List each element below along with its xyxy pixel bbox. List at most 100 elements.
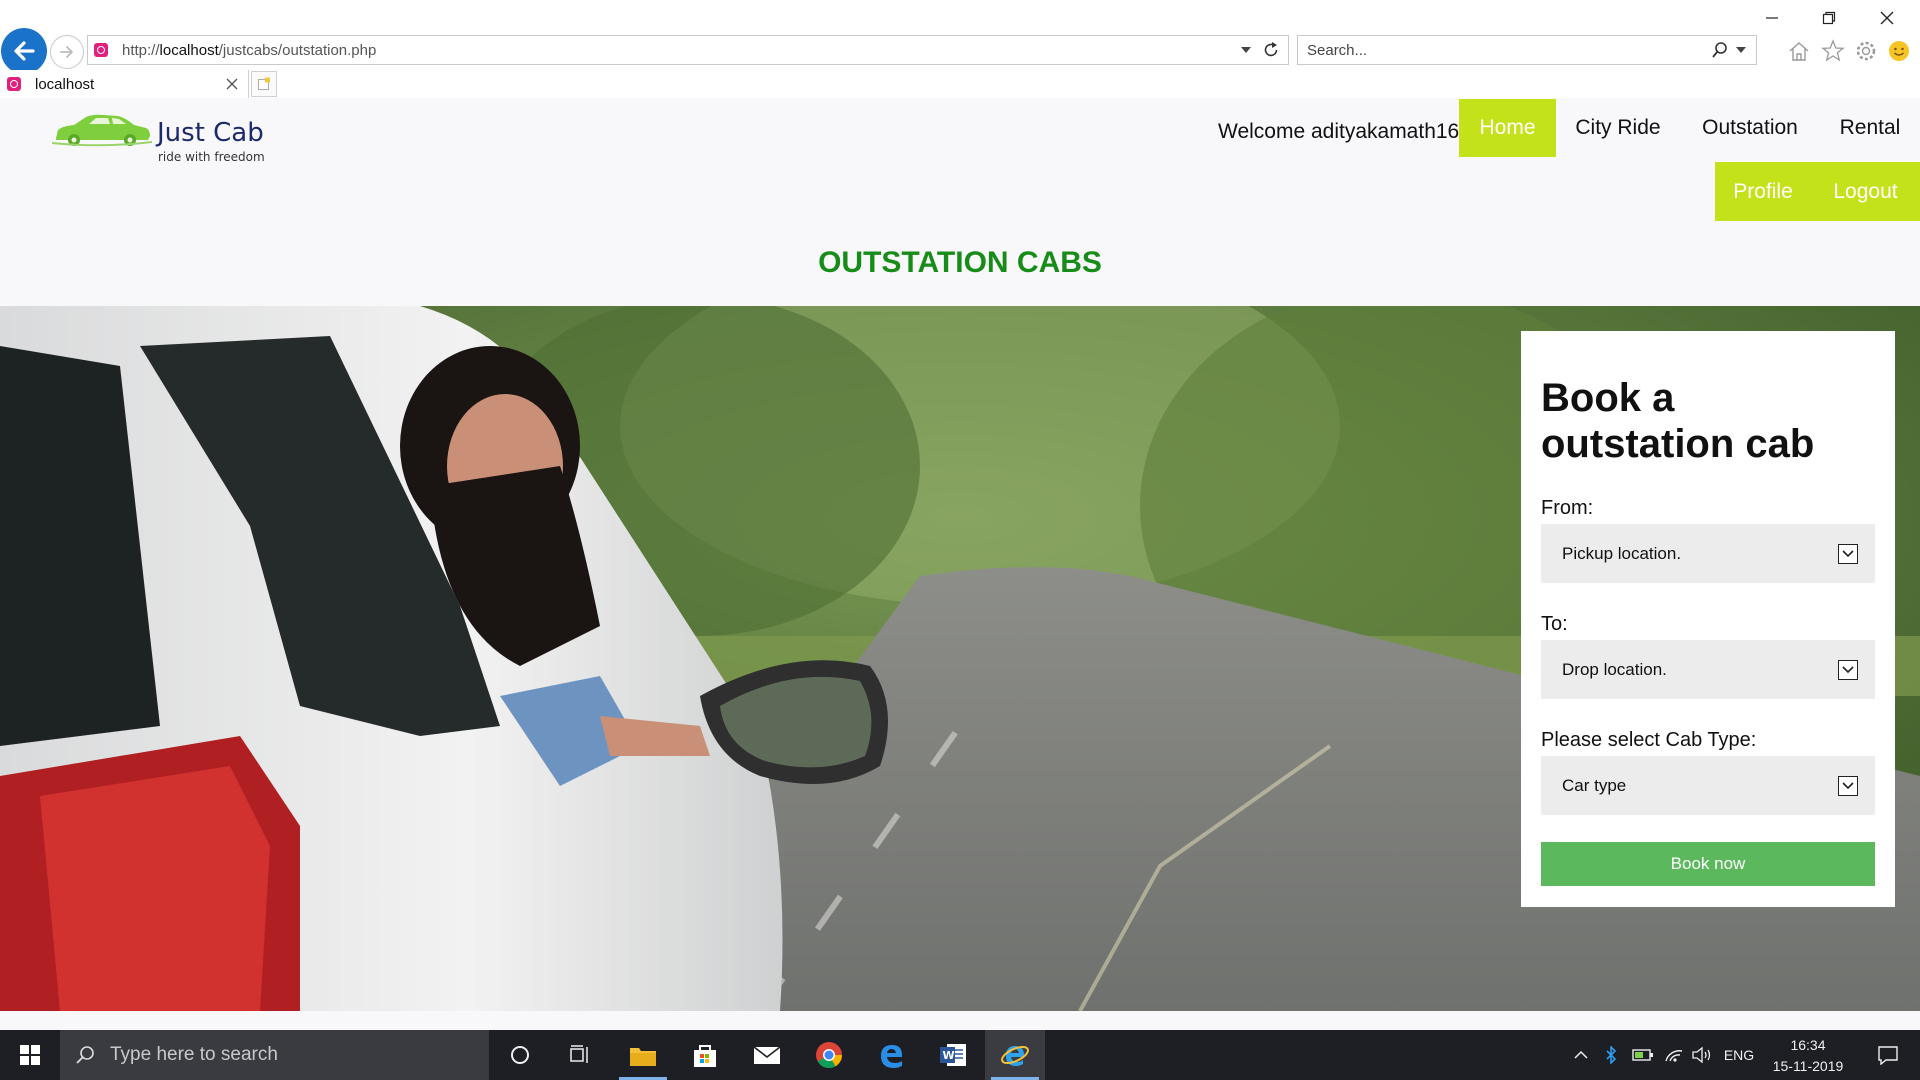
chevron-down-icon [1838, 543, 1858, 564]
page-title: OUTSTATION CABS [818, 246, 1102, 279]
microsoft-store-button[interactable] [675, 1030, 735, 1080]
new-tab-icon [258, 77, 270, 90]
chevron-down-icon [1838, 659, 1858, 680]
close-window-button[interactable] [1870, 6, 1904, 30]
site-logo[interactable]: Just Cab ride with freedom [52, 110, 267, 164]
tab-favicon-icon [7, 77, 21, 91]
edge-button[interactable] [861, 1030, 921, 1080]
new-tab-button[interactable] [251, 71, 277, 97]
wifi-icon[interactable] [1660, 1030, 1688, 1080]
forward-button[interactable] [50, 35, 84, 69]
system-clock[interactable]: 16:34 15-11-2019 [1758, 1035, 1858, 1077]
internet-explorer-icon [1001, 1045, 1029, 1066]
drop-location-value: Drop location. [1562, 659, 1667, 679]
taskbar-search-placeholder: Type here to search [110, 1044, 278, 1065]
nav-rental[interactable]: Rental [1822, 99, 1918, 157]
chrome-icon [816, 1042, 843, 1069]
restore-button[interactable] [1812, 6, 1846, 30]
search-dropdown-button[interactable] [1734, 43, 1748, 57]
taskbar-search-box[interactable]: Type here to search [60, 1030, 489, 1080]
restore-icon [1822, 11, 1836, 25]
nav-outstation[interactable]: Outstation [1683, 99, 1817, 157]
address-bar[interactable]: http://localhost/justcabs/outstation.php [87, 35, 1289, 65]
tab-close-button[interactable] [222, 74, 242, 94]
url-text: http://localhost/justcabs/outstation.php [122, 41, 377, 59]
internet-explorer-button[interactable] [985, 1030, 1045, 1080]
clock-time: 16:34 [1790, 1037, 1826, 1053]
tab-title: localhost [35, 75, 95, 93]
volume-icon[interactable] [1688, 1030, 1716, 1080]
mail-icon [753, 1046, 781, 1064]
chevron-down-icon [1838, 775, 1858, 796]
nav-city-ride[interactable]: City Ride [1557, 99, 1679, 157]
search-icon[interactable] [1708, 38, 1732, 62]
car-logo-icon [52, 114, 152, 147]
from-label: From: [1541, 497, 1594, 519]
address-dropdown-button[interactable] [1238, 42, 1254, 58]
minimize-button[interactable] [1755, 6, 1789, 30]
to-label: To: [1541, 613, 1568, 635]
file-explorer-button[interactable] [613, 1030, 673, 1080]
caret-down-icon [1241, 47, 1251, 53]
refresh-icon [1264, 42, 1278, 57]
site-favicon-icon [94, 43, 108, 57]
word-button[interactable]: W [923, 1030, 983, 1080]
search-icon [76, 1046, 94, 1064]
web-page: Just Cab ride with freedom Welcome adity… [0, 98, 1920, 1030]
cortana-button[interactable] [490, 1030, 550, 1080]
store-bag-icon [694, 1045, 716, 1067]
cab-type-label: Please select Cab Type: [1541, 729, 1757, 751]
logo-tagline: ride with freedom [158, 150, 265, 164]
arrow-right-icon [60, 46, 73, 58]
back-button[interactable] [1, 28, 47, 74]
welcome-message: Welcome adityakamath16 . [1218, 120, 1471, 143]
pickup-location-select[interactable]: Pickup location. [1541, 524, 1875, 583]
browser-chrome: http://localhost/justcabs/outstation.php… [0, 0, 1920, 98]
cab-type-select[interactable]: Car type [1541, 756, 1875, 815]
refresh-button[interactable] [1260, 39, 1282, 61]
start-button[interactable] [0, 1030, 60, 1080]
booking-form: Book a outstation cab From: Pickup locat… [1521, 331, 1895, 907]
favorites-star-icon[interactable] [1820, 38, 1846, 64]
cortana-circle-icon [511, 1046, 529, 1064]
show-hidden-icons-button[interactable] [1568, 1030, 1594, 1080]
folder-icon [630, 1048, 656, 1066]
bluetooth-icon[interactable] [1598, 1030, 1624, 1080]
browser-search-box[interactable]: Search... [1297, 35, 1757, 65]
notification-icon [1878, 1046, 1898, 1065]
settings-gear-icon[interactable] [1853, 38, 1879, 64]
caret-down-icon [1736, 47, 1746, 53]
arrow-left-icon [14, 41, 35, 61]
close-icon [1880, 11, 1894, 25]
chrome-button[interactable] [799, 1030, 859, 1080]
minimize-icon [1766, 17, 1778, 19]
task-view-button[interactable] [550, 1030, 610, 1080]
svg-text:W: W [943, 1049, 955, 1062]
mail-button[interactable] [737, 1030, 797, 1080]
windows-taskbar: Type here to search W ENG 16:34 15-11-20… [0, 1030, 1920, 1080]
drop-location-select[interactable]: Drop location. [1541, 640, 1875, 699]
nav-logout[interactable]: Logout [1811, 162, 1920, 221]
edge-icon [881, 1045, 902, 1068]
nav-profile[interactable]: Profile [1715, 162, 1811, 221]
browser-tab[interactable]: localhost [0, 70, 249, 98]
battery-icon[interactable] [1628, 1030, 1658, 1080]
chevron-up-icon [1574, 1050, 1588, 1059]
nav-home[interactable]: Home [1459, 99, 1556, 157]
action-center-button[interactable] [1866, 1030, 1910, 1080]
booking-form-title: Book a outstation cab [1541, 376, 1815, 466]
cab-type-value: Car type [1562, 775, 1627, 795]
book-now-button[interactable]: Book now [1541, 842, 1875, 886]
clock-date: 15-11-2019 [1772, 1058, 1844, 1074]
logo-name: Just Cab [157, 118, 264, 148]
feedback-smiley-icon[interactable] [1886, 38, 1912, 64]
word-icon: W [940, 1044, 966, 1066]
language-indicator: ENG [1723, 1047, 1755, 1063]
pickup-location-value: Pickup location. [1562, 543, 1682, 563]
close-icon [226, 78, 238, 90]
browser-search-input[interactable]: Search... [1307, 42, 1708, 59]
task-view-icon [570, 1045, 588, 1063]
windows-logo-icon [20, 1045, 40, 1065]
input-language-button[interactable]: ENG [1720, 1030, 1758, 1080]
home-icon[interactable] [1786, 38, 1812, 64]
